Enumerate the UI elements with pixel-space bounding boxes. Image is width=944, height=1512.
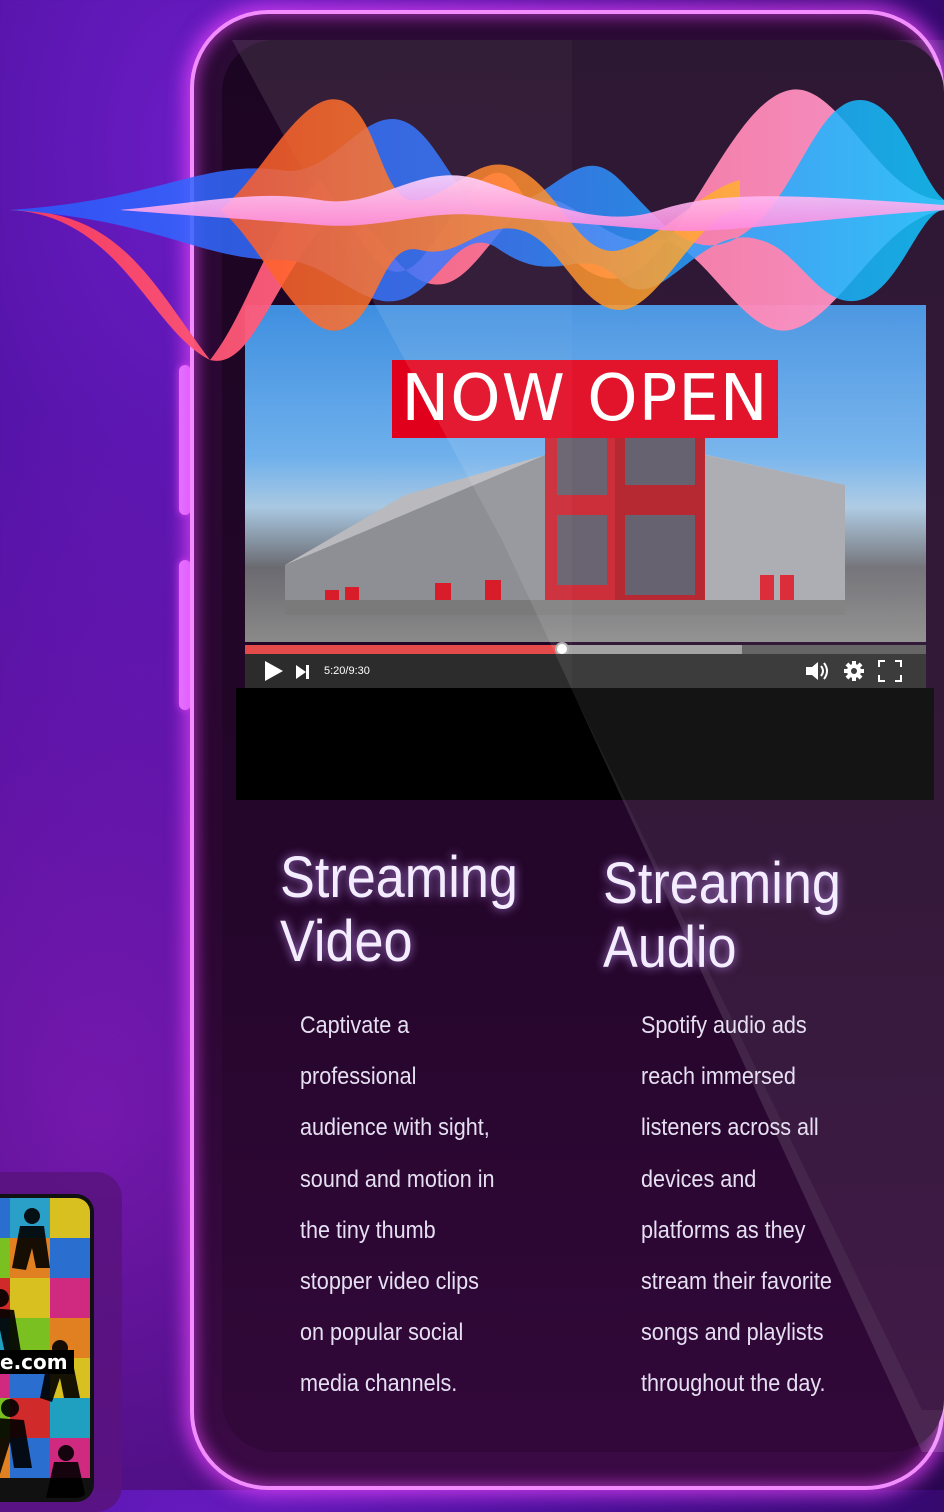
description-line: sound and motion in: [300, 1165, 495, 1193]
description-line: on popular social: [300, 1319, 464, 1347]
description-line: professional: [300, 1063, 417, 1091]
description-line: listeners across all: [641, 1114, 819, 1142]
video-bottom-band: [236, 688, 934, 800]
audio-waveform-graphic: [10, 89, 944, 361]
description-line: reach immersed: [641, 1063, 796, 1091]
streaming-audio-description: Spotify audio ads reach immersed listene…: [641, 1000, 848, 1410]
heading-line: Streaming: [280, 845, 518, 910]
next-icon[interactable]: [296, 665, 310, 679]
description-line: audience with sight,: [300, 1114, 490, 1142]
description-line: Spotify audio ads: [641, 1012, 807, 1039]
description-line: devices and: [641, 1165, 757, 1193]
description-line: platforms as they: [641, 1216, 806, 1244]
streaming-audio-heading: Streaming Audio: [603, 852, 841, 980]
description-line: Captivate a: [300, 1012, 410, 1039]
play-icon[interactable]: [265, 661, 283, 681]
description-line: the tiny thumb: [300, 1216, 436, 1244]
description-line: throughout the day.: [641, 1370, 826, 1398]
streaming-video-heading: Streaming Video: [280, 846, 518, 974]
progress-played: [245, 645, 562, 654]
description-line: stream their favorite: [641, 1268, 832, 1296]
silhouettes-image: [0, 1208, 86, 1498]
streaming-video-description: Captivate a professional audience with s…: [300, 1000, 507, 1410]
settings-gear-icon[interactable]: [843, 660, 865, 682]
heading-line: Audio: [603, 915, 737, 980]
description-line: songs and playlists: [641, 1319, 824, 1347]
description-line: stopper video clips: [300, 1268, 479, 1296]
heading-line: Streaming: [603, 851, 841, 916]
description-line: media channels.: [300, 1370, 458, 1398]
heading-line: Video: [280, 909, 413, 974]
time-display: 5:20/9:30: [324, 665, 370, 677]
side-phone: [0, 1198, 90, 1498]
volume-icon[interactable]: [804, 660, 830, 682]
fullscreen-icon[interactable]: [878, 660, 902, 682]
side-url-label: e.com: [0, 1350, 74, 1374]
